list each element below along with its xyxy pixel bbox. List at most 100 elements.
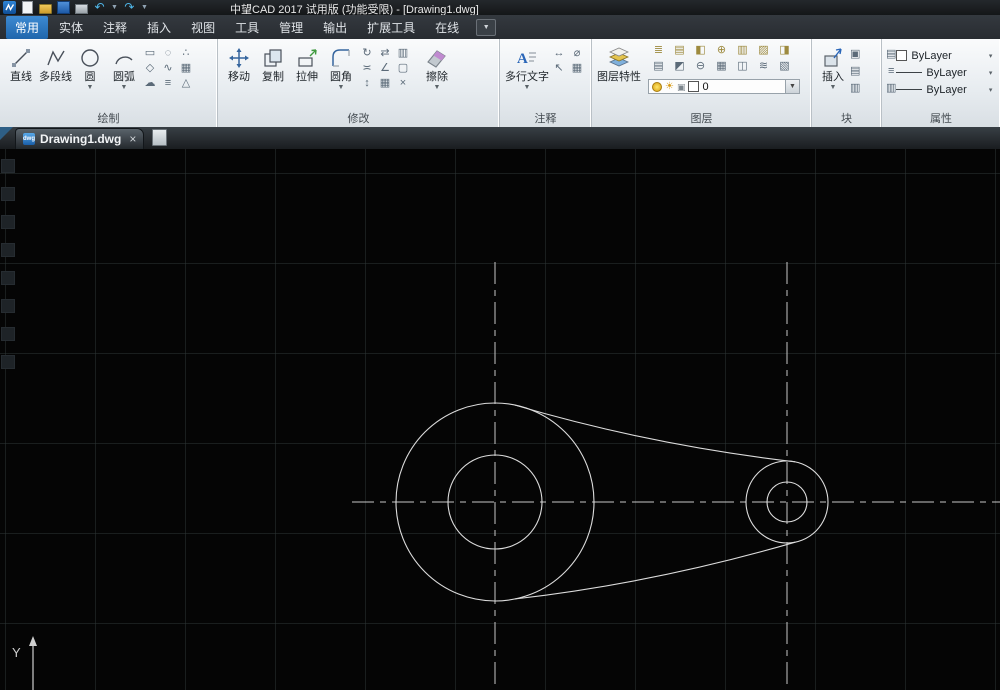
layer-lock-state-icon[interactable]: ▣ bbox=[677, 82, 686, 92]
layer-on-bulb-icon[interactable] bbox=[652, 82, 662, 92]
tangent-edge-bottom[interactable] bbox=[515, 542, 795, 599]
tab-express-tools[interactable]: 扩展工具 bbox=[358, 16, 424, 39]
panel-label-draw[interactable]: 绘制 bbox=[0, 113, 217, 126]
layer-select-dropdown[interactable]: ☀ ▣ 0 ▼ bbox=[648, 79, 800, 94]
layer-merge-icon[interactable]: ▦ bbox=[711, 59, 732, 75]
linetype-control-dropdown[interactable]: ByLayer ▾ bbox=[896, 81, 992, 98]
hatch-icon[interactable]: ▦ bbox=[177, 61, 195, 76]
stretch-button[interactable]: 拉伸 bbox=[290, 43, 324, 86]
match-properties-icon[interactable]: ▤ bbox=[886, 47, 896, 62]
fillet-button[interactable]: 圆角 ▼ bbox=[324, 43, 358, 93]
redo-icon[interactable]: ↷ bbox=[123, 1, 136, 14]
ellipse-icon[interactable]: ◌ bbox=[159, 46, 177, 61]
open-file-icon[interactable] bbox=[39, 1, 52, 14]
panel-label-block[interactable]: 块 bbox=[812, 113, 881, 126]
layer-previous-icon[interactable]: ▤ bbox=[669, 43, 690, 59]
toolbar-slot[interactable] bbox=[1, 355, 15, 369]
undo-icon[interactable]: ↶ bbox=[93, 1, 106, 14]
polygon-icon[interactable]: ◇ bbox=[141, 61, 159, 76]
layer-freeze-icon[interactable]: ▥ bbox=[732, 43, 753, 59]
color-dropdown-arrow-icon[interactable]: ▾ bbox=[989, 52, 993, 60]
toolbar-slot[interactable] bbox=[1, 299, 15, 313]
lineweight-control-dropdown[interactable]: ByLayer ▾ bbox=[896, 64, 992, 81]
mirror-icon[interactable]: ⇄ bbox=[376, 46, 394, 61]
break-icon[interactable]: ▦ bbox=[376, 76, 394, 91]
insert-dropdown-icon[interactable]: ▼ bbox=[830, 84, 837, 91]
rotate-icon[interactable]: ↻ bbox=[358, 46, 376, 61]
attach-reference-icon[interactable]: ▥ bbox=[850, 81, 860, 96]
offset-icon[interactable]: ▥ bbox=[394, 46, 412, 61]
insert-block-button[interactable]: 插入 ▼ bbox=[816, 43, 850, 93]
erase-button[interactable]: 擦除 ▼ bbox=[420, 43, 454, 93]
tab-view[interactable]: 视图 bbox=[182, 16, 224, 39]
list-properties-icon[interactable]: ▥ bbox=[886, 81, 896, 96]
layer-off-icon[interactable]: ▨ bbox=[753, 43, 774, 59]
linetype-dropdown-arrow-icon[interactable]: ▾ bbox=[989, 86, 993, 94]
tab-home[interactable]: 常用 bbox=[6, 16, 48, 39]
tab-output[interactable]: 输出 bbox=[314, 16, 356, 39]
layer-dropdown-arrow-icon[interactable]: ▼ bbox=[785, 80, 799, 93]
explode-icon[interactable]: × bbox=[394, 76, 412, 91]
tab-manage[interactable]: 管理 bbox=[270, 16, 312, 39]
toolbar-slot[interactable] bbox=[1, 327, 15, 341]
move-button[interactable]: 移动 bbox=[222, 43, 256, 86]
layer-match-icon[interactable]: ≣ bbox=[648, 43, 669, 59]
toolbar-slot[interactable] bbox=[1, 159, 15, 173]
leader-icon[interactable]: ↖ bbox=[550, 61, 568, 76]
new-file-icon[interactable] bbox=[21, 1, 34, 14]
toolbar-slot[interactable] bbox=[1, 271, 15, 285]
layer-lock-icon[interactable]: ◨ bbox=[774, 43, 795, 59]
tab-online[interactable]: 在线 bbox=[426, 16, 468, 39]
layer-thaw-icon[interactable]: ◩ bbox=[669, 59, 690, 75]
copy-button[interactable]: 复制 bbox=[256, 43, 290, 86]
region-icon[interactable]: ≡ bbox=[159, 76, 177, 91]
tangent-edge-top[interactable] bbox=[515, 405, 795, 462]
extend-icon[interactable]: ↕ bbox=[358, 76, 376, 91]
mtext-button[interactable]: A 多行文字 ▼ bbox=[504, 43, 550, 93]
erase-dropdown-icon[interactable]: ▼ bbox=[434, 84, 441, 91]
arc-button[interactable]: 圆弧 ▼ bbox=[107, 43, 141, 93]
layer-isolate-icon[interactable]: ◧ bbox=[690, 43, 711, 59]
panel-label-layers[interactable]: 图层 bbox=[592, 113, 811, 126]
arc-dropdown-icon[interactable]: ▼ bbox=[121, 84, 128, 91]
circle-dropdown-icon[interactable]: ▼ bbox=[87, 84, 94, 91]
line-button[interactable]: 直线 bbox=[4, 43, 38, 86]
layer-thaw-sun-icon[interactable]: ☀ bbox=[665, 82, 674, 92]
layer-color-swatch[interactable] bbox=[688, 81, 699, 92]
rectangle-icon[interactable]: ▭ bbox=[141, 46, 159, 61]
panel-label-annotate[interactable]: 注释 bbox=[500, 113, 591, 126]
write-block-icon[interactable]: ▤ bbox=[850, 64, 860, 79]
drawing-canvas[interactable]: Y bbox=[0, 149, 1000, 690]
toolbar-slot[interactable] bbox=[1, 215, 15, 229]
linear-dimension-icon[interactable]: ↔ bbox=[550, 46, 568, 61]
donut-icon[interactable]: △ bbox=[177, 76, 195, 91]
tab-overflow-triangle-icon[interactable] bbox=[0, 127, 13, 140]
save-icon[interactable] bbox=[57, 1, 70, 14]
spline-icon[interactable]: ∿ bbox=[159, 61, 177, 76]
layer-properties-button[interactable]: 图层特性 bbox=[596, 43, 642, 86]
layer-on-icon[interactable]: ▤ bbox=[648, 59, 669, 75]
tab-solid[interactable]: 实体 bbox=[50, 16, 92, 39]
properties-palette-icon[interactable]: ≡ bbox=[886, 64, 896, 79]
circle-button[interactable]: 圆 ▼ bbox=[73, 43, 107, 93]
mtext-dropdown-icon[interactable]: ▼ bbox=[524, 84, 531, 91]
toolbar-slot[interactable] bbox=[1, 187, 15, 201]
diameter-dimension-icon[interactable]: ⌀ bbox=[568, 46, 586, 61]
table-icon[interactable]: ▦ bbox=[568, 61, 586, 76]
panel-label-properties[interactable]: 属性 bbox=[882, 113, 1000, 126]
trim-icon[interactable]: ∠ bbox=[376, 61, 394, 76]
plot-icon[interactable] bbox=[75, 1, 88, 14]
ribbon-style-dropdown-icon[interactable]: ▼ bbox=[476, 19, 496, 36]
lineweight-dropdown-arrow-icon[interactable]: ▾ bbox=[989, 69, 993, 77]
undo-dropdown-icon[interactable]: ▼ bbox=[111, 4, 118, 11]
layer-states-icon[interactable]: ▧ bbox=[774, 59, 795, 75]
redo-dropdown-icon[interactable]: ▼ bbox=[141, 4, 148, 11]
layer-delete-icon[interactable]: ◫ bbox=[732, 59, 753, 75]
fillet-dropdown-icon[interactable]: ▼ bbox=[338, 84, 345, 91]
layer-unisolate-icon[interactable]: ⊕ bbox=[711, 43, 732, 59]
panel-label-modify[interactable]: 修改 bbox=[218, 113, 499, 126]
revision-cloud-icon[interactable]: ☁ bbox=[141, 76, 159, 91]
array-icon[interactable]: ▢ bbox=[394, 61, 412, 76]
layer-unlock-icon[interactable]: ⊖ bbox=[690, 59, 711, 75]
new-drawing-tab-icon[interactable] bbox=[152, 129, 167, 146]
